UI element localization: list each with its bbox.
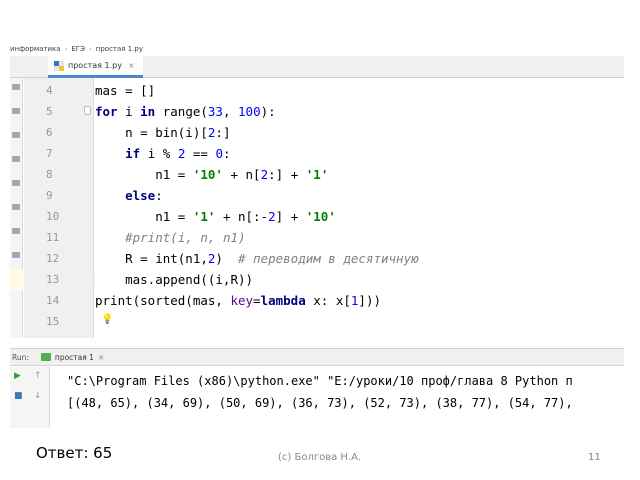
code-line: #print(i, n, n1) (125, 230, 246, 245)
line-gutter: 4 5 6 7 8 9 10 11 12 13 14 15 (24, 78, 94, 338)
project-toolstrip (10, 78, 23, 338)
code-line: n = bin(i)[2:] (95, 125, 231, 140)
code-line: if i % 2 == 0: (125, 146, 231, 161)
run-toolstrip: ▶ ↑ ■ ↓ (10, 367, 50, 428)
run-config-name[interactable]: простая 1 (55, 353, 94, 362)
line-number: 8 (46, 168, 53, 181)
breadcrumb: информатика › ЕГЭ › простая 1.py (10, 42, 143, 56)
rerun-icon[interactable]: ▶ (14, 371, 21, 381)
code-line: n1 = '1' + n[:-2] + '10' (95, 209, 336, 224)
tab-file[interactable]: простая 1.py × (48, 56, 143, 78)
author-credit: (c) Болгова Н.А. (278, 452, 362, 463)
wrench-icon[interactable]: ■ (14, 391, 23, 401)
run-panel-header: Run: простая 1 × (10, 348, 624, 366)
page-number: 11 (588, 452, 601, 463)
run-console[interactable]: "C:\Program Files (x86)\python.exe" "E:/… (51, 367, 624, 428)
python-file-icon (40, 353, 51, 361)
project-tree-icon[interactable] (12, 108, 20, 114)
code-editor[interactable]: mas = [] for i in range(33, 100): n = bi… (95, 78, 624, 338)
python-file-icon (54, 60, 64, 71)
code-line: mas.append((i,R)) (95, 272, 254, 287)
line-number: 5 (46, 105, 53, 118)
line-number: 6 (46, 126, 53, 139)
arrow-up-icon[interactable]: ↑ (34, 371, 42, 381)
answer-text: Ответ: 65 (36, 444, 113, 462)
project-tree-icon[interactable] (12, 228, 20, 234)
code-line: else: (125, 188, 163, 203)
breadcrumb-separator: › (64, 45, 68, 53)
code-line: mas = [] (95, 83, 156, 98)
run-label: Run: (12, 352, 29, 362)
line-number: 13 (46, 273, 60, 286)
line-number: 12 (46, 252, 60, 265)
line-number: 15 (46, 315, 60, 328)
line-number: 14 (46, 294, 60, 307)
breadcrumb-item[interactable]: информатика (10, 45, 61, 53)
lightbulb-icon[interactable]: 💡 (101, 314, 113, 325)
close-icon[interactable]: × (98, 353, 104, 362)
project-tree-icon[interactable] (12, 252, 20, 258)
line-number: 7 (46, 147, 53, 160)
fold-icon[interactable] (84, 106, 91, 115)
code-line: print(sorted(mas, key=lambda x: x[1])) (95, 293, 381, 308)
project-tree-icon[interactable] (12, 180, 20, 186)
console-line: "C:\Program Files (x86)\python.exe" "E:/… (67, 374, 573, 388)
console-line: [(48, 65), (34, 69), (50, 69), (36, 73),… (67, 396, 573, 410)
close-icon[interactable]: × (128, 61, 135, 70)
project-tree-icon[interactable] (12, 84, 20, 90)
tab-label: простая 1.py (68, 61, 122, 70)
line-number: 10 (46, 210, 60, 223)
code-line: R = int(n1,2) # переводим в десятичную (95, 251, 419, 266)
breadcrumb-item[interactable]: простая 1.py (96, 45, 143, 53)
breadcrumb-item[interactable]: ЕГЭ (71, 45, 85, 53)
ide-screenshot: информатика › ЕГЭ › простая 1.py простая… (10, 36, 624, 428)
breadcrumb-separator: › (88, 45, 92, 53)
editor-tabbar: простая 1.py × (10, 56, 624, 78)
code-line: n1 = '10' + n[2:] + '1' (95, 167, 329, 182)
line-number: 4 (46, 84, 53, 97)
line-number: 11 (46, 231, 60, 244)
project-tree-icon[interactable] (12, 204, 20, 210)
line-number: 9 (46, 189, 53, 202)
code-line: for i in range(33, 100): (95, 104, 276, 119)
project-tree-icon[interactable] (12, 132, 20, 138)
project-tree-icon[interactable] (12, 156, 20, 162)
arrow-down-icon[interactable]: ↓ (34, 391, 42, 401)
